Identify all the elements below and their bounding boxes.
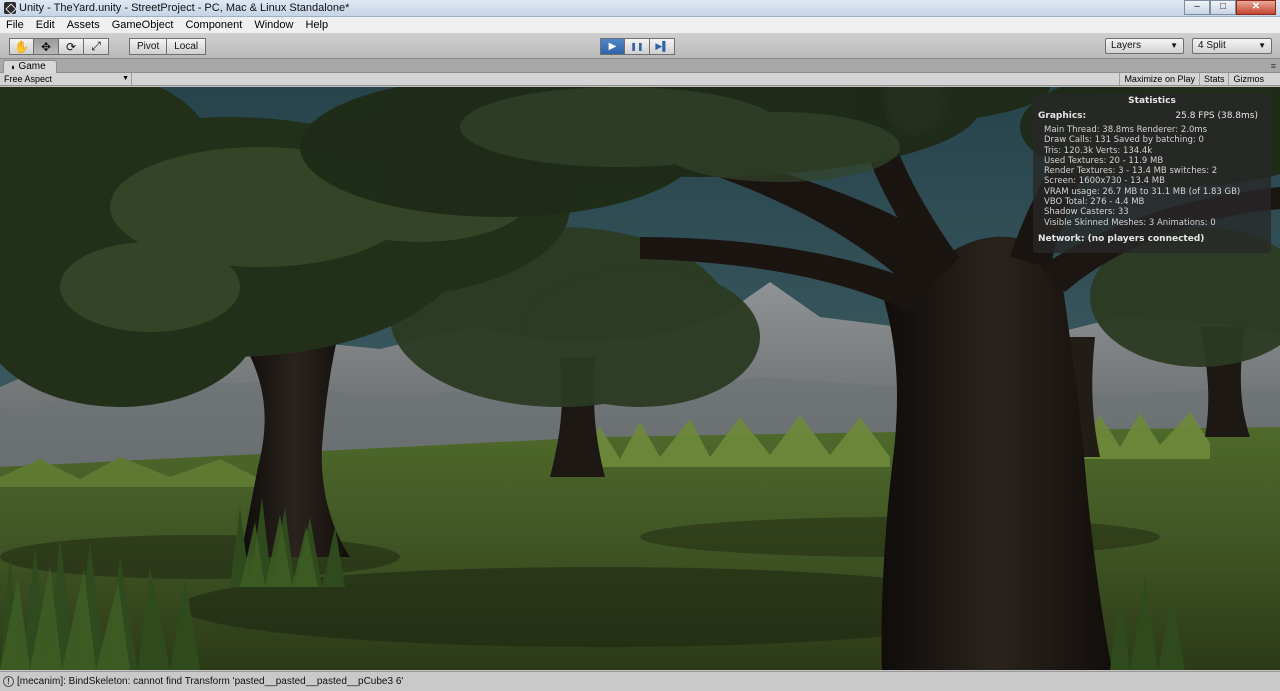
statistics-panel: Statistics Graphics: 25.8 FPS (38.8ms) M… [1033,94,1271,253]
menu-edit[interactable]: Edit [30,17,61,34]
menu-assets[interactable]: Assets [61,17,106,34]
hand-icon: ✋ [14,39,29,54]
layout-dropdown[interactable]: 4 Split ▼ [1192,38,1272,54]
stat-line: Tris: 120.3k Verts: 134.4k [1044,145,1153,156]
window-controls: – □ ✕ [1184,0,1276,15]
close-button[interactable]: ✕ [1236,0,1276,15]
chevron-down-icon: ▼ [1170,41,1178,50]
game-view-toggles: Maximize on Play Stats Gizmos [1119,73,1268,85]
rotate-icon: ⟳ [65,39,77,54]
aspect-dropdown[interactable]: Free Aspect ▼ [4,73,132,85]
stat-line: VRAM usage: 26.7 MB to 31.1 MB (of 1.83 … [1044,186,1241,197]
play-controls: ▶ ❚❚ ▶▌ [600,38,675,55]
stat-line: Main Thread: 38.8ms Renderer: 2.0ms [1044,125,1208,135]
network-status: Network: (no players connected) [1038,234,1205,244]
stat-line: Draw Calls: 131 Saved by batching: 0 [1044,135,1204,146]
stat-line: Screen: 1600x730 - 13.4 MB [1044,176,1165,187]
status-bar[interactable]: ! [mecanim]: BindSkeleton: cannot find T… [0,671,1280,691]
stat-line: VBO Total: 276 - 4.4 MB [1044,197,1145,208]
console-message[interactable]: [mecanim]: BindSkeleton: cannot find Tra… [17,676,403,687]
game-tab-icon: ◖ [10,62,16,72]
chevron-down-icon: ▼ [1258,41,1266,50]
stat-line: Shadow Casters: 33 [1044,207,1129,218]
info-icon: ! [3,676,14,687]
transform-tools: ✋ ✥ ⟳ ⤢ [9,38,109,55]
fps-readout: 25.8 FPS (38.8ms) [1175,111,1258,121]
local-label: Local [174,41,199,52]
panel-menu-icon[interactable]: ≡ [1271,61,1276,71]
menu-gameobject[interactable]: GameObject [106,17,180,34]
game-view-controls: Free Aspect ▼ Maximize on Play Stats Giz… [0,73,1280,86]
menu-window[interactable]: Window [248,17,299,34]
play-button[interactable]: ▶ [600,38,625,55]
stats-lines: Main Thread: 38.8ms Renderer: 2.0ms Draw… [1044,125,1269,228]
menu-bar: File Edit Assets GameObject Component Wi… [0,17,1280,34]
scale-tool-button[interactable]: ⤢ [84,38,109,55]
unity-logo-icon [4,2,16,14]
chevron-down-icon: ▼ [122,75,129,82]
pivot-toggles: Pivot Local [129,38,207,55]
graphics-label: Graphics: [1038,111,1087,121]
rotate-tool-button[interactable]: ⟳ [59,38,84,55]
pivot-label: Pivot [137,41,160,52]
step-icon: ▶▌ [655,41,669,51]
stats-button[interactable]: Stats [1198,73,1229,85]
pause-icon: ❚❚ [630,42,644,51]
pause-button[interactable]: ❚❚ [625,38,650,55]
tab-strip: ◖ Game ≡ [0,59,1280,73]
tab-game-label: Game [18,61,46,72]
move-tool-button[interactable]: ✥ [34,38,59,55]
toolbar: ✋ ✥ ⟳ ⤢ Pivot Local ▶ ❚❚ ▶▌ Layers ▼ 4 S… [0,34,1280,59]
menu-help[interactable]: Help [299,17,334,34]
layout-label: 4 Split [1198,40,1226,51]
stat-line: Visible Skinned Meshes: 3 Animations: 0 [1044,217,1216,228]
tab-game[interactable]: ◖ Game [3,60,57,73]
gizmos-button[interactable]: Gizmos [1228,73,1268,85]
stat-line: Render Textures: 3 - 13.4 MB switches: 2 [1044,166,1218,177]
minimize-button[interactable]: – [1184,0,1210,15]
layers-label: Layers [1111,40,1142,51]
play-icon: ▶ [608,41,617,52]
title-bar: Unity - TheYard.unity - StreetProject - … [0,0,1280,17]
maximize-button[interactable]: □ [1210,0,1236,15]
step-button[interactable]: ▶▌ [650,38,675,55]
local-button[interactable]: Local [167,38,207,55]
statistics-title: Statistics [1128,96,1176,106]
move-icon: ✥ [40,39,52,54]
aspect-label: Free Aspect [4,74,53,84]
window-title: Unity - TheYard.unity - StreetProject - … [19,2,350,14]
menu-file[interactable]: File [0,17,30,34]
layers-dropdown[interactable]: Layers ▼ [1105,38,1184,54]
hand-tool-button[interactable]: ✋ [9,38,34,55]
menu-component[interactable]: Component [179,17,248,34]
maximize-on-play-button[interactable]: Maximize on Play [1119,73,1199,85]
pivot-button[interactable]: Pivot [129,38,168,55]
scale-icon: ⤢ [91,39,101,53]
stat-line: Used Textures: 20 - 11.9 MB [1044,155,1164,166]
